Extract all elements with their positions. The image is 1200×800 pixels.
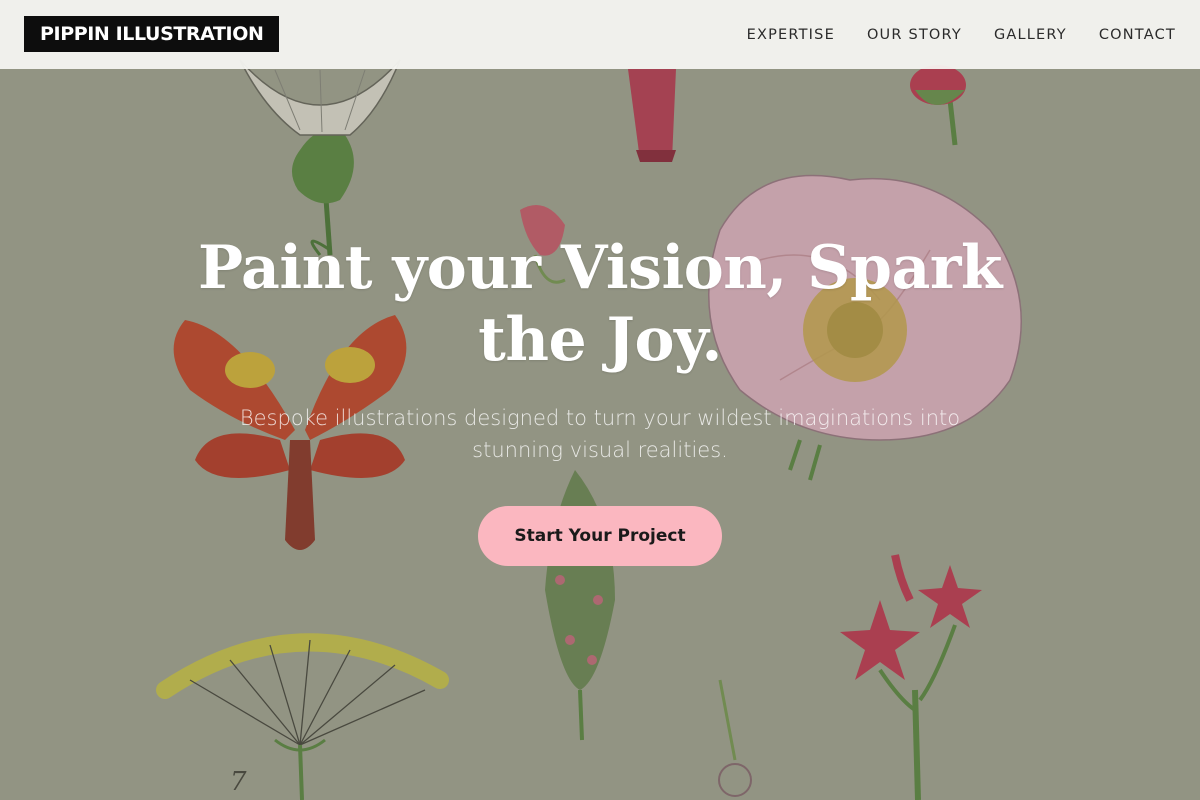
hero-subtext-line-2: stunning visual realities. — [472, 438, 728, 462]
hero-headline-line-2: the Joy. — [478, 305, 722, 375]
nav-link-gallery[interactable]: GALLERY — [994, 27, 1067, 43]
brand-logo[interactable]: PIPPIN ILLUSTRATION — [24, 16, 280, 52]
hero-subtext: Bespoke illustrations designed to turn y… — [170, 402, 1030, 466]
hero-headline-line-1: Paint your Vision, Spark — [197, 233, 1003, 303]
start-project-button[interactable]: Start Your Project — [478, 506, 722, 566]
hero-overlay — [0, 0, 1200, 800]
main-nav: EXPERTISE OUR STORY GALLERY CONTACT — [747, 0, 1176, 69]
hero-section: 7 — [0, 0, 1200, 800]
nav-link-contact[interactable]: CONTACT — [1099, 27, 1176, 43]
nav-link-our-story[interactable]: OUR STORY — [867, 27, 962, 43]
navbar: PIPPIN ILLUSTRATION EXPERTISE OUR STORY … — [0, 0, 1200, 69]
nav-link-expertise[interactable]: EXPERTISE — [747, 27, 835, 43]
hero-headline: Paint your Vision, Spark the Joy. — [150, 232, 1050, 376]
hero-subtext-line-1: Bespoke illustrations designed to turn y… — [239, 406, 961, 430]
